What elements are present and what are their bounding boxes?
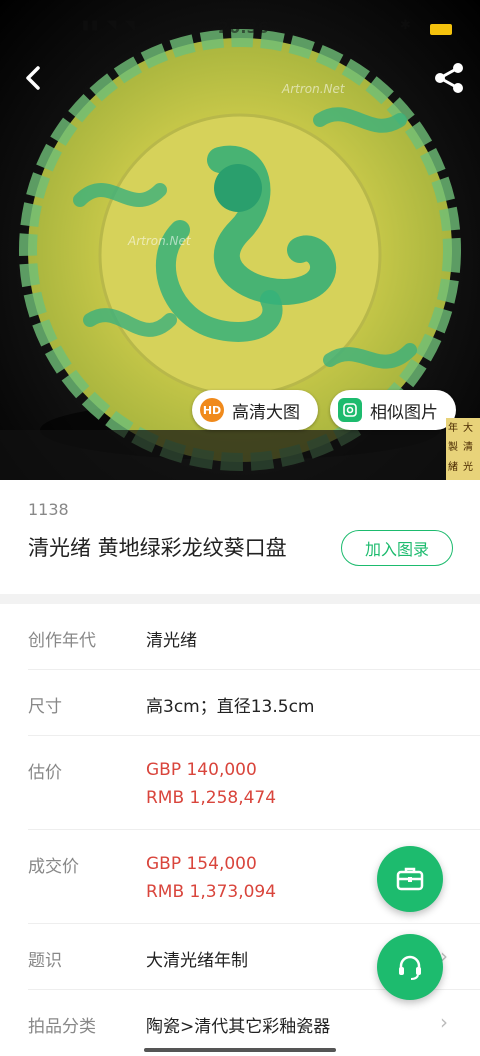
share-icon[interactable]	[430, 58, 470, 98]
detail-label: 尺寸	[28, 697, 62, 717]
headset-icon	[399, 955, 421, 980]
hammer-price-gbp: GBP 154,000	[146, 854, 257, 874]
briefcase-button[interactable]	[377, 846, 443, 912]
watermark: Artron.Net	[128, 234, 191, 248]
similar-image-label: 相似图片	[370, 402, 438, 423]
bluetooth-icon: ✱	[400, 18, 411, 33]
seal-char: 年	[448, 423, 458, 434]
status-bar: ▮▮ ◥ ◥ 20:36 ✱	[0, 0, 480, 56]
lot-number: 1138	[28, 500, 69, 519]
chevron-right-icon: ›	[440, 1010, 448, 1034]
similar-image-icon	[338, 398, 362, 422]
estimate-values: GBP 140,000 RMB 1,258,474	[146, 756, 276, 812]
seal-char: 緒	[448, 461, 458, 473]
estimate-gbp: GBP 140,000	[146, 760, 257, 780]
detail-label: 拍品分类	[28, 1017, 96, 1037]
detail-row-size: 尺寸 高3cm；直径13.5cm	[28, 670, 480, 736]
briefcase-icon	[396, 867, 424, 891]
detail-value: 高3cm；直径13.5cm	[146, 697, 315, 717]
hero-image[interactable]: ▮▮ ◥ ◥ 20:36 ✱ Artron.Net Artron.Net HD …	[0, 0, 480, 480]
hd-icon: HD	[200, 398, 224, 422]
hd-image-button[interactable]: HD 高清大图	[192, 390, 318, 430]
hammer-price-rmb: RMB 1,373,094	[146, 882, 277, 902]
detail-label: 估价	[28, 763, 62, 783]
similar-image-button[interactable]: 相似图片	[330, 390, 456, 430]
battery-icon	[430, 24, 452, 35]
hammer-price-values: GBP 154,000 RMB 1,373,094	[146, 850, 276, 906]
back-icon[interactable]	[16, 58, 52, 98]
detail-label: 题识	[28, 951, 62, 971]
section-divider	[0, 594, 480, 604]
estimate-rmb: RMB 1,258,474	[146, 788, 277, 808]
detail-value: 清光绪	[146, 631, 197, 651]
watermark: Artron.Net	[282, 82, 345, 96]
status-time: 20:36	[218, 18, 269, 37]
add-to-catalog-button[interactable]: 加入图录	[341, 530, 453, 566]
detail-label: 成交价	[28, 857, 79, 877]
seal-char: 清	[463, 442, 473, 454]
signal-icon: ▮▮ ◥ ◥	[82, 18, 137, 33]
customer-service-button[interactable]	[377, 934, 443, 1000]
home-indicator[interactable]	[144, 1048, 336, 1052]
detail-row-estimate: 估价 GBP 140,000 RMB 1,258,474	[28, 736, 480, 830]
detail-value: 陶瓷>清代其它彩釉瓷器	[146, 1017, 331, 1037]
detail-value: 大清光绪年制	[146, 951, 248, 971]
detail-label: 创作年代	[28, 631, 96, 651]
detail-row-era: 创作年代 清光绪	[28, 604, 480, 670]
seal-char: 大	[463, 423, 473, 434]
seal-char: 光	[463, 461, 473, 473]
seal-char: 製	[448, 442, 458, 454]
reign-mark-image: 年 大 製 清 緒 光	[446, 418, 480, 480]
hd-image-label: 高清大图	[232, 402, 300, 423]
lot-title: 清光绪 黄地绿彩龙纹葵口盘	[28, 536, 287, 560]
